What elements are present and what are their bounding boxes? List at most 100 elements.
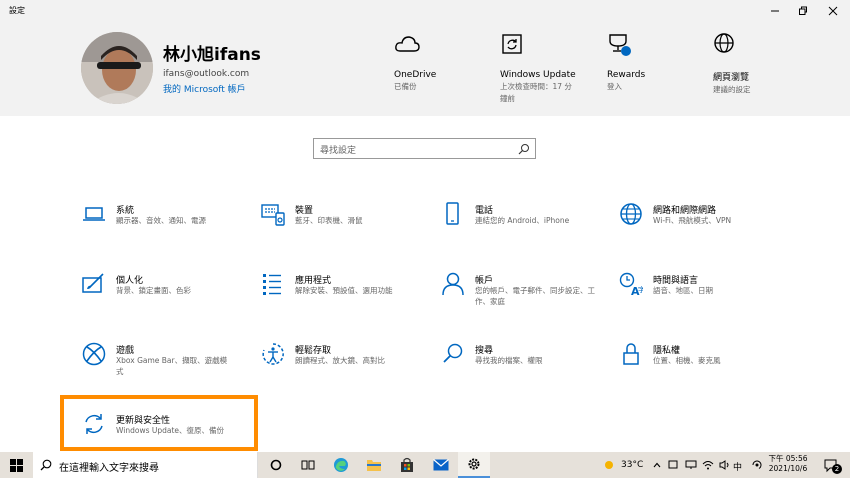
web-browsing-title: 網頁瀏覽 xyxy=(713,73,750,83)
category-apps[interactable]: 應用程式 解除安裝、預設值、選用功能 xyxy=(261,272,431,322)
category-gaming[interactable]: 遊戲 Xbox Game Bar、擷取、遊戲模式 xyxy=(82,342,252,392)
clock-date: 2021/10/6 xyxy=(768,464,808,473)
category-description: 顯示器、音效、通知、電源 xyxy=(116,216,206,225)
category-description: 背景、鎖定畫面、色彩 xyxy=(116,286,191,295)
settings-search[interactable]: 尋找設定 xyxy=(313,138,536,159)
cortana-icon xyxy=(270,459,282,471)
start-button[interactable] xyxy=(0,452,32,478)
highlight-box xyxy=(60,395,258,451)
window-title: 設定 xyxy=(9,6,25,15)
category-description: 語音、地區、日期 xyxy=(653,286,713,295)
task-view-button[interactable] xyxy=(292,452,324,478)
windows-update-status-line2: 鐘前 xyxy=(500,94,515,103)
avatar[interactable] xyxy=(81,32,153,104)
tray-wifi[interactable] xyxy=(699,452,716,478)
ime-mode-icon xyxy=(752,460,761,469)
edge-app[interactable] xyxy=(325,452,357,478)
user-name: 林小旭ifans xyxy=(163,45,261,65)
category-phone[interactable]: 電話 連結您的 Android、iPhone xyxy=(441,202,611,252)
cloud-icon xyxy=(395,36,420,52)
header-onedrive[interactable]: OneDrive 已備份 xyxy=(394,32,436,92)
category-description: 您的帳戶、電子郵件、同步設定、工作、家庭 xyxy=(475,286,595,306)
xbox-icon xyxy=(82,342,106,366)
lock-icon xyxy=(623,343,639,365)
tray-device[interactable] xyxy=(665,452,682,478)
notification-center-button[interactable]: 2 xyxy=(818,452,844,478)
ime-indicator[interactable]: 中 xyxy=(733,460,742,473)
category-network[interactable]: 網路和網際網路 Wi-Fi、飛航模式、VPN xyxy=(619,202,789,252)
category-description: Wi-Fi、飛航模式、VPN xyxy=(653,216,732,225)
paint-icon xyxy=(82,273,104,293)
person-icon xyxy=(442,272,464,296)
clock[interactable]: 下午 05:56 2021/10/6 xyxy=(768,454,808,474)
taskbar-search[interactable]: 在這裡輸入文字來搜尋 xyxy=(33,452,258,478)
onedrive-title: OneDrive xyxy=(394,70,437,80)
settings-window: 設定 林小旭ifans ifans@outlook.com 我的 Microso… xyxy=(0,0,850,452)
category-accounts[interactable]: 帳戶 您的帳戶、電子郵件、同步設定、工作、家庭 xyxy=(441,272,611,322)
microsoft-account-link[interactable]: 我的 Microsoft 帳戶 xyxy=(163,82,246,95)
header-web-browsing[interactable]: 網頁瀏覽 建議的設定 xyxy=(713,32,751,95)
category-search[interactable]: 搜尋 尋找我的檔案、權限 xyxy=(441,342,611,392)
category-description: 連結您的 Android、iPhone xyxy=(475,216,570,225)
user-email: ifans@outlook.com xyxy=(163,69,250,79)
category-description: 尋找我的檔案、權限 xyxy=(475,356,543,365)
category-privacy[interactable]: 隱私權 位置、相機、麥克風 xyxy=(619,342,789,392)
category-description: 解除安裝、預設值、選用功能 xyxy=(295,286,393,295)
tray-network[interactable] xyxy=(682,452,699,478)
header-windows-update[interactable]: Windows Update 上次檢查時間：17 分 鐘前 xyxy=(500,32,576,104)
trophy-icon xyxy=(609,34,631,56)
tray-volume[interactable] xyxy=(716,452,733,478)
category-ease-of-access[interactable]: 輕鬆存取 朗讀程式、放大鏡、高對比 xyxy=(261,342,431,392)
category-description: Xbox Game Bar、擷取、遊戲模式 xyxy=(116,356,228,376)
weather-widget[interactable] xyxy=(598,452,620,478)
gear-icon xyxy=(468,458,480,470)
ease-of-access-icon xyxy=(262,343,284,365)
search-input[interactable]: 尋找設定 xyxy=(320,143,356,156)
edge-icon xyxy=(334,458,348,472)
mail-app[interactable] xyxy=(425,452,457,478)
windows-update-status-line1: 上次檢查時間：17 分 xyxy=(500,82,572,91)
rewards-title: Rewards xyxy=(607,70,646,80)
restore-icon xyxy=(799,6,807,15)
maximize-button[interactable] xyxy=(786,0,820,22)
svg-text:字: 字 xyxy=(638,285,643,294)
laptop-icon xyxy=(83,207,105,221)
windows-logo-icon xyxy=(9,458,23,472)
category-devices[interactable]: 裝置 藍牙、印表機、滑鼠 xyxy=(261,202,431,252)
category-description: 藍牙、印表機、滑鼠 xyxy=(295,216,363,225)
settings-app[interactable] xyxy=(458,452,490,478)
update-icon xyxy=(502,34,522,54)
tray-ime-mode[interactable] xyxy=(748,452,765,478)
phone-icon xyxy=(446,202,459,225)
category-personalization[interactable]: 個人化 背景、鎖定畫面、色彩 xyxy=(82,272,252,322)
category-description: 朗讀程式、放大鏡、高對比 xyxy=(295,356,385,365)
category-description: 位置、相機、麥克風 xyxy=(653,356,721,365)
title-bar: 設定 xyxy=(0,0,850,22)
wifi-icon xyxy=(702,461,713,470)
web-browsing-status: 建議的設定 xyxy=(713,85,751,94)
file-explorer-app[interactable] xyxy=(358,452,390,478)
keyboard-icon xyxy=(261,204,285,226)
search-icon xyxy=(518,144,529,155)
search-icon xyxy=(443,343,463,363)
onedrive-status: 已備份 xyxy=(394,82,417,91)
store-icon xyxy=(401,457,413,472)
close-button[interactable] xyxy=(816,0,850,22)
taskbar: 在這裡輸入文字來搜尋 33°C 中 下午 05:56 2021/10/6 2 xyxy=(0,452,850,478)
header-rewards[interactable]: Rewards 登入 xyxy=(607,32,645,92)
cortana-button[interactable] xyxy=(260,452,292,478)
category-system[interactable]: 系統 顯示器、音效、通知、電源 xyxy=(82,202,252,252)
notification-count-badge: 2 xyxy=(832,464,842,474)
taskbar-search-input[interactable]: 在這裡輸入文字來搜尋 xyxy=(59,459,159,474)
store-app[interactable] xyxy=(391,452,423,478)
weather-temperature[interactable]: 33°C xyxy=(621,460,643,470)
search-icon xyxy=(40,459,52,471)
show-hidden-icons-button[interactable] xyxy=(649,452,665,478)
category-time-language[interactable]: A 字 時間與語言 語音、地區、日期 xyxy=(619,272,789,322)
apps-list-icon xyxy=(263,274,281,295)
rewards-status: 登入 xyxy=(607,82,622,91)
time-language-icon: A 字 xyxy=(619,272,643,296)
device-icon xyxy=(668,460,678,469)
account-header: 林小旭ifans ifans@outlook.com 我的 Microsoft … xyxy=(0,22,850,116)
sun-icon xyxy=(605,461,613,469)
